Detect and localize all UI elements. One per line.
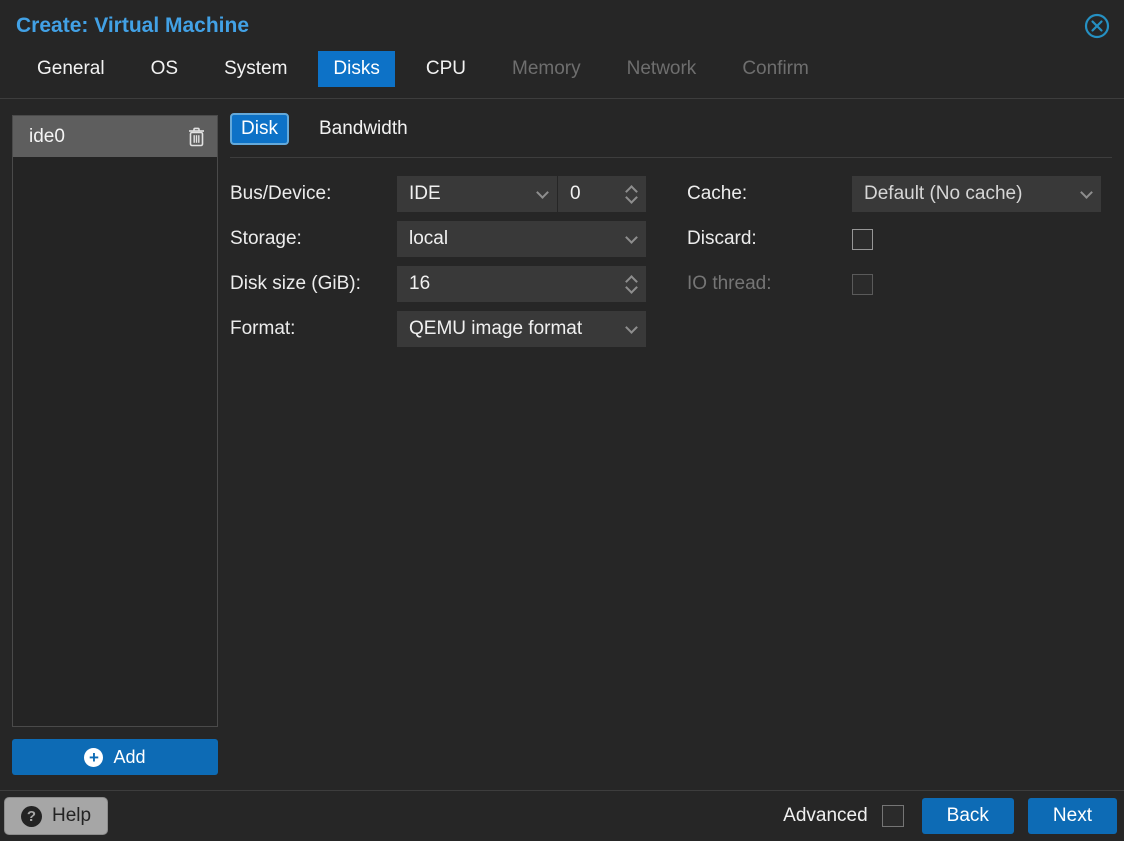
disk-size-value: 16	[409, 273, 431, 294]
disk-item-label: ide0	[29, 125, 65, 147]
help-button-label: Help	[52, 805, 92, 826]
bus-device-select[interactable]: IDE	[397, 176, 557, 212]
form-column-right: Cache: Default (No cache) Discard: IO th…	[687, 176, 1107, 302]
tab-network: Network	[626, 58, 697, 79]
discard-label: Discard:	[687, 228, 757, 249]
discard-row: Discard:	[687, 221, 1107, 257]
storage-value: local	[409, 228, 449, 249]
disk-list: ide0	[12, 115, 218, 727]
plus-circle-icon: +	[84, 747, 104, 767]
disk-size-spinner[interactable]: 16	[397, 266, 646, 302]
tab-general[interactable]: General	[22, 51, 120, 87]
subtab-bandwidth[interactable]: Bandwidth	[319, 118, 408, 140]
bus-number-value: 0	[570, 183, 581, 204]
storage-row: Storage: local	[230, 221, 656, 257]
question-circle-icon: ?	[21, 805, 42, 827]
storage-label: Storage:	[230, 228, 302, 249]
form-column-left: Bus/Device: IDE 0 Storage: local Disk si…	[230, 176, 656, 347]
advanced-checkbox[interactable]	[881, 805, 904, 827]
discard-checkbox[interactable]	[852, 228, 873, 250]
back-button[interactable]: Back	[921, 798, 1014, 834]
tab-cpu[interactable]: CPU	[411, 51, 481, 87]
disk-size-row: Disk size (GiB): 16	[230, 266, 656, 302]
tab-system[interactable]: System	[209, 51, 302, 87]
cache-label: Cache:	[687, 183, 748, 204]
disk-list-column: ide0 + Add	[0, 99, 218, 790]
disk-form-panel: Disk Bandwidth Bus/Device: IDE 0 Storage…	[218, 99, 1124, 790]
tab-memory: Memory	[512, 58, 581, 79]
close-icon[interactable]	[1084, 13, 1110, 39]
wizard-tabbar: General OS System Disks CPU Memory Netwo…	[0, 44, 1124, 98]
bus-device-label: Bus/Device:	[230, 183, 332, 204]
format-row: Format: QEMU image format	[230, 311, 656, 347]
format-select[interactable]: QEMU image format	[397, 311, 646, 347]
dialog-title: Create: Virtual Machine	[16, 13, 250, 37]
tab-disks[interactable]: Disks	[318, 51, 395, 87]
chevron-down-icon	[536, 185, 549, 199]
subtab-disk[interactable]: Disk	[230, 113, 289, 145]
advanced-label: Advanced	[783, 805, 868, 826]
add-button-label: Add	[113, 746, 146, 767]
main-area: ide0 + Add Disk Bandwidth Bus/Device: ID…	[0, 99, 1124, 790]
storage-select[interactable]: local	[397, 221, 646, 257]
io-thread-label: IO thread:	[687, 273, 772, 294]
disk-list-item-ide0[interactable]: ide0	[13, 116, 217, 157]
add-disk-button[interactable]: + Add	[12, 739, 218, 775]
disk-subtabs: Disk Bandwidth	[230, 113, 1112, 157]
footer-right-group: Advanced Back Next	[783, 798, 1117, 834]
subtab-divider	[230, 157, 1112, 158]
chevron-down-icon	[625, 320, 638, 334]
format-label: Format:	[230, 318, 296, 339]
bus-device-value: IDE	[409, 183, 441, 204]
cache-value: Default (No cache)	[864, 183, 1023, 204]
format-value: QEMU image format	[409, 318, 583, 339]
tab-os[interactable]: OS	[136, 51, 193, 87]
cache-row: Cache: Default (No cache)	[687, 176, 1107, 212]
disk-form: Bus/Device: IDE 0 Storage: local Disk si…	[230, 176, 1112, 347]
io-thread-checkbox	[852, 273, 873, 295]
bus-device-row: Bus/Device: IDE 0	[230, 176, 656, 212]
bus-number-spinner[interactable]: 0	[558, 176, 646, 212]
disk-size-label: Disk size (GiB):	[230, 273, 361, 294]
cache-select[interactable]: Default (No cache)	[852, 176, 1101, 212]
dialog-titlebar: Create: Virtual Machine	[0, 0, 1124, 44]
spinner-arrows-icon[interactable]	[625, 184, 638, 204]
spinner-arrows-icon[interactable]	[625, 274, 638, 294]
chevron-down-icon	[625, 230, 638, 244]
tab-confirm: Confirm	[742, 58, 809, 79]
dialog-footer: ? Help Advanced Back Next	[0, 790, 1124, 841]
io-thread-row: IO thread:	[687, 266, 1107, 302]
help-button[interactable]: ? Help	[4, 797, 109, 835]
chevron-down-icon	[1080, 185, 1093, 199]
trash-icon[interactable]	[188, 127, 205, 147]
next-button[interactable]: Next	[1027, 798, 1117, 834]
